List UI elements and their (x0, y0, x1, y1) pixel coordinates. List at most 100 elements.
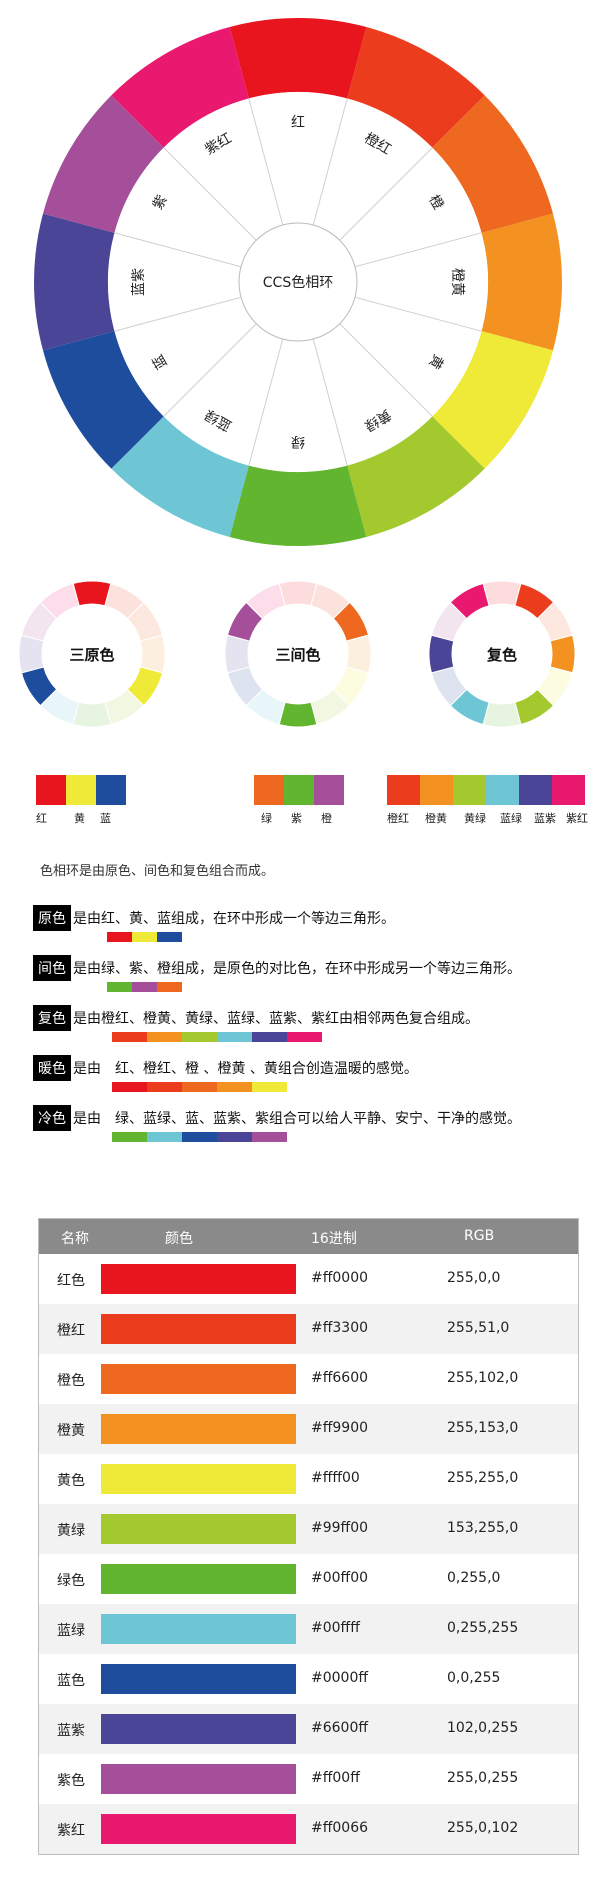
cell-rgb: 0,255,255 (447, 1620, 519, 1636)
swatch-label: 蓝 (100, 812, 111, 825)
color-bar-segment (252, 1132, 287, 1142)
definition-row: 原色 是由红、黄、蓝组成，在环中形成一个等边三角形。 (33, 905, 395, 931)
tertiary-colors-wheel: 复色 (428, 580, 576, 728)
primary-colors-wheel: 三原色 (18, 580, 166, 728)
mini-segment-0 (482, 580, 522, 607)
cell-color-swatch (101, 1414, 296, 1444)
cell-name: 橙黄 (57, 1423, 85, 1439)
cell-hex: #ffff00 (311, 1470, 360, 1486)
definition-text: 是由橙红、橙黄、黄绿、蓝绿、蓝紫、紫红由相邻两色复合组成。 (73, 1011, 479, 1027)
cell-rgb: 102,0,255 (447, 1720, 519, 1736)
cell-rgb: 255,0,0 (447, 1270, 501, 1286)
swatch-label: 蓝紫 (534, 812, 556, 825)
table-row: 红色 #ff0000 255,0,0 (39, 1254, 578, 1304)
swatch-label: 橙红 (387, 812, 409, 825)
cell-name: 橙红 (57, 1323, 85, 1339)
swatch-label: 橙黄 (425, 812, 447, 825)
swatch-label: 橙 (321, 812, 332, 825)
color-bar-segment (182, 1032, 217, 1042)
swatch-label: 黄绿 (464, 812, 486, 825)
swatch-label: 紫 (291, 812, 302, 825)
cell-name: 紫色 (57, 1773, 85, 1789)
mini-segment-6 (72, 701, 112, 728)
table-row: 黄绿 #99ff00 153,255,0 (39, 1504, 578, 1554)
swatch (486, 775, 519, 805)
definition-tag: 复色 (33, 1005, 71, 1031)
color-bar-segment (147, 1082, 182, 1092)
cell-rgb: 255,0,102 (447, 1820, 519, 1836)
table-row: 蓝绿 #00ffff 0,255,255 (39, 1604, 578, 1654)
wheel-segment-0 (229, 18, 367, 99)
wheel-segment-6 (229, 465, 367, 546)
swatch-label: 紫红 (566, 812, 588, 825)
cell-rgb: 255,153,0 (447, 1420, 519, 1436)
definition-color-bar (112, 1132, 287, 1142)
definition-tag: 暖色 (33, 1055, 71, 1081)
definition-color-bar (112, 1082, 287, 1092)
wheel-segment-9 (34, 213, 115, 351)
color-bar-segment (107, 932, 132, 942)
secondary-colors-wheel: 三间色 (224, 580, 372, 728)
mini-segment-6 (278, 701, 318, 728)
table-row: 橙黄 #ff9900 255,153,0 (39, 1404, 578, 1454)
color-bar-segment (107, 982, 132, 992)
swatch (519, 775, 552, 805)
wheel-label-3: 橙黄 (449, 268, 466, 296)
color-bar-segment (182, 1082, 217, 1092)
cell-name: 蓝紫 (57, 1723, 85, 1739)
cell-name: 绿色 (57, 1573, 85, 1589)
swatch (36, 775, 66, 805)
cell-hex: #ff6600 (311, 1370, 369, 1386)
definition-tag: 原色 (33, 905, 71, 931)
color-bar-segment (252, 1032, 287, 1042)
swatch (66, 775, 96, 805)
cell-rgb: 153,255,0 (447, 1520, 519, 1536)
definition-text: 是由红、黄、蓝组成，在环中形成一个等边三角形。 (73, 911, 395, 927)
swatch-label: 绿 (261, 812, 272, 825)
cell-color-swatch (101, 1364, 296, 1394)
color-bar-segment (112, 1032, 147, 1042)
header-hex: 16进制 (311, 1231, 357, 1247)
table-row: 绿色 #00ff00 0,255,0 (39, 1554, 578, 1604)
wheel-center-label: CCS色相环 (263, 274, 333, 291)
swatch (96, 775, 126, 805)
definition-row: 冷色 是由 绿、蓝绿、蓝、蓝紫、紫组合可以给人平静、安宁、干净的感觉。 (33, 1105, 521, 1131)
color-bar-segment (112, 1132, 147, 1142)
wheel-label-0: 红 (291, 115, 305, 131)
cell-name: 橙色 (57, 1373, 85, 1389)
cell-name: 蓝绿 (57, 1623, 85, 1639)
mini-segment-3 (345, 634, 372, 674)
swatch-label: 黄 (74, 812, 85, 825)
color-bar-segment (182, 1132, 217, 1142)
cell-rgb: 255,255,0 (447, 1470, 519, 1486)
swatch (453, 775, 486, 805)
definition-text: 是由绿、紫、橙组成，是原色的对比色，在环中形成另一个等边三角形。 (73, 961, 521, 977)
swatch-group-2 (387, 775, 585, 805)
cell-rgb: 255,0,255 (447, 1770, 519, 1786)
cell-name: 黄色 (57, 1473, 85, 1489)
definition-tag: 冷色 (33, 1105, 71, 1131)
mini-segment-9 (18, 634, 45, 674)
table-header: 名称 颜色 16进制 RGB (39, 1219, 578, 1254)
table-row: 橙红 #ff3300 255,51,0 (39, 1304, 578, 1354)
cell-hex: #ff9900 (311, 1420, 369, 1436)
cell-hex: #00ff00 (311, 1570, 369, 1586)
color-bar-segment (147, 1132, 182, 1142)
swatch (552, 775, 585, 805)
mini-segment-3 (139, 634, 166, 674)
mini-segment-0 (278, 580, 318, 607)
header-rgb: RGB (464, 1228, 495, 1244)
mini-wheel-label: 三原色 (69, 646, 114, 664)
cell-color-swatch (101, 1564, 296, 1594)
cell-color-swatch (101, 1314, 296, 1344)
definition-text: 是由 红、橙红、橙 、橙黄 、黄组合创造温暖的感觉。 (73, 1061, 418, 1077)
mini-wheel-label: 三间色 (275, 646, 320, 664)
color-bar-segment (287, 1032, 322, 1042)
table-row: 紫红 #ff0066 255,0,102 (39, 1804, 578, 1854)
cell-hex: #00ffff (311, 1620, 360, 1636)
cell-name: 红色 (57, 1273, 85, 1289)
cell-rgb: 255,51,0 (447, 1320, 510, 1336)
cell-rgb: 0,255,0 (447, 1570, 501, 1586)
table-row: 蓝紫 #6600ff 102,0,255 (39, 1704, 578, 1754)
color-bar-segment (132, 982, 157, 992)
